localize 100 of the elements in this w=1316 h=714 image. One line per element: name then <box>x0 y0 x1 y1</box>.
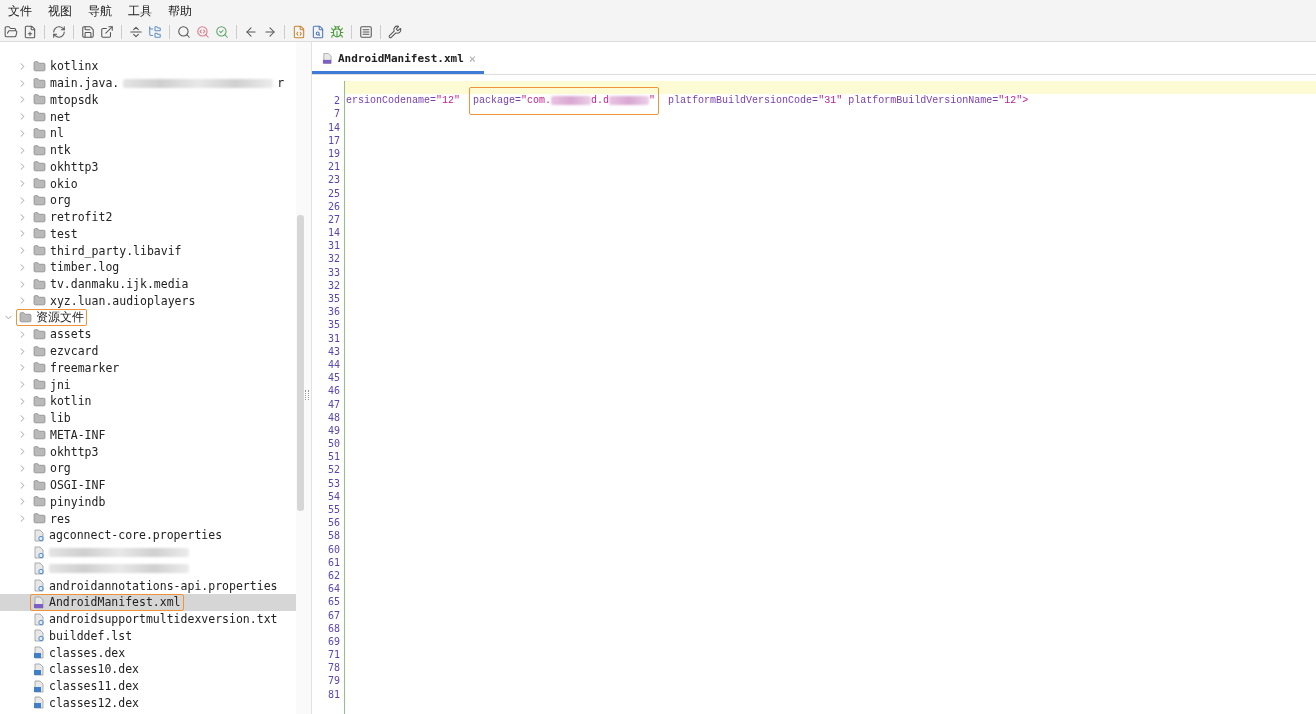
folder-icon <box>33 93 46 107</box>
menu-item[interactable]: 工具 <box>122 2 158 20</box>
save-icon[interactable] <box>81 24 95 39</box>
tree-item[interactable]: mtopsdk <box>0 91 296 109</box>
tree-item[interactable]: main.java. r <box>0 74 296 92</box>
search-check-icon[interactable] <box>215 24 229 39</box>
tree-item[interactable]: okhttp3 <box>0 443 296 460</box>
expand-lines-icon[interactable] <box>129 24 143 39</box>
file-icon <box>33 528 45 542</box>
attribute-value: "12" <box>436 95 461 107</box>
scrollbar[interactable] <box>296 42 312 714</box>
open-folder-icon[interactable] <box>4 24 18 39</box>
search-code-icon[interactable] <box>196 24 210 39</box>
tab-label: AndroidManifest.xml <box>337 52 464 65</box>
line-number: 31 <box>327 239 341 253</box>
tree-item[interactable]: okio <box>0 175 296 192</box>
export-icon[interactable] <box>100 24 114 39</box>
file-search-icon[interactable] <box>311 24 325 39</box>
folder-icon <box>33 244 46 258</box>
item-label: assets <box>50 327 92 342</box>
line-number: 23 <box>327 173 341 187</box>
refresh-icon[interactable] <box>52 24 66 39</box>
folder-icon <box>33 361 46 375</box>
forward-icon[interactable] <box>263 24 277 39</box>
tree-item[interactable]: net <box>0 108 296 125</box>
tree-item[interactable]: androidannotations-api.properties <box>0 577 296 594</box>
tree-item[interactable]: xyz.luan.audioplayers <box>0 292 296 310</box>
line-number: 78 <box>327 661 341 675</box>
tree-item[interactable]: builddef.lst <box>0 627 296 645</box>
dex-file-icon <box>33 679 45 693</box>
tree-item[interactable]: agconnect-core.properties <box>0 527 296 544</box>
editor-tab[interactable]: AndroidManifest.xml × <box>312 46 484 74</box>
tree-item[interactable]: kotlin <box>0 393 296 410</box>
tree-item[interactable]: OSGI-INF <box>0 476 296 494</box>
tree-item[interactable]: kotlinx <box>0 58 296 75</box>
folder-icon <box>33 193 46 207</box>
folder-icon <box>33 110 46 124</box>
attribute-name: platformBuildVersionName= <box>848 95 999 107</box>
tree-item[interactable]: timber.log <box>0 259 296 276</box>
file-code-icon[interactable] <box>292 24 306 39</box>
menu-item[interactable]: 导航 <box>82 2 118 20</box>
tree-item[interactable]: classes.dex <box>0 644 296 661</box>
line-number: 51 <box>327 450 341 464</box>
tree-item[interactable]: freemarker <box>0 359 296 377</box>
tree-item[interactable]: classes12.dex <box>0 694 296 712</box>
file-icon <box>33 545 45 559</box>
add-file-icon[interactable] <box>23 24 37 39</box>
line-number: 46 <box>327 384 341 398</box>
line-number: 67 <box>327 608 341 622</box>
line-number: 17 <box>327 133 341 147</box>
line-number: 81 <box>327 687 341 701</box>
tree-item[interactable]: jni <box>0 376 296 393</box>
search-icon[interactable] <box>177 24 191 39</box>
menu-item[interactable]: 文件 <box>2 2 38 20</box>
back-icon[interactable] <box>244 24 258 39</box>
tree-item[interactable]: androidsupportmultidexversion.txt <box>0 610 296 628</box>
bug-icon[interactable] <box>330 24 344 39</box>
line-number: 50 <box>327 437 341 451</box>
attribute-value: " <box>649 95 656 107</box>
tree-item[interactable]: 资源文件 <box>0 309 296 326</box>
tree-item[interactable]: okhttp3 <box>0 158 296 176</box>
tree-item[interactable]: nl <box>0 125 296 142</box>
tree-item[interactable]: AndroidManifest.xml <box>0 594 296 611</box>
item-label: kotlin <box>50 394 92 409</box>
item-label: mtopsdk <box>50 92 99 107</box>
log-panel-icon[interactable] <box>359 24 373 39</box>
tree-item[interactable]: assets <box>0 326 296 343</box>
item-label: third_party.libavif <box>50 243 182 258</box>
tree-item[interactable]: test <box>0 225 296 243</box>
menu-item[interactable]: 帮助 <box>162 2 198 20</box>
tree-item[interactable]: META-INF <box>0 426 296 444</box>
tree-item[interactable]: org <box>0 460 296 477</box>
line-number: 25 <box>327 186 341 200</box>
tree-item[interactable]: retrofit2 <box>0 208 296 226</box>
tree-item[interactable]: res <box>0 510 296 527</box>
line-number: 62 <box>327 568 341 583</box>
tree-item[interactable]: lib <box>0 409 296 427</box>
tree-item[interactable]: pinyindb <box>0 493 296 511</box>
folder-icon <box>33 260 46 274</box>
line-number: 36 <box>327 305 341 319</box>
manifest-file-icon <box>322 52 333 65</box>
line-number: 43 <box>327 344 341 358</box>
tree-item[interactable]: third_party.libavif <box>0 242 296 259</box>
line-number: 52 <box>327 463 341 477</box>
menu-item[interactable]: 视图 <box>42 2 78 20</box>
tree-item[interactable]: ezvcard <box>0 342 296 360</box>
tree-item[interactable]: org <box>0 192 296 209</box>
line-number: 26 <box>327 199 341 213</box>
line-number: 47 <box>327 397 341 411</box>
tree-item[interactable]: classes11.dex <box>0 677 296 695</box>
tree-item[interactable]: classes10.dex <box>0 661 296 678</box>
settings-icon[interactable] <box>388 24 402 39</box>
tree-item[interactable]: tv.danmaku.ijk.media <box>0 275 296 293</box>
line-number: 54 <box>327 489 341 503</box>
tree-item[interactable]: ntk <box>0 141 296 159</box>
item-label: META-INF <box>50 427 106 442</box>
folder-tree-icon[interactable] <box>148 24 162 39</box>
folder-icon <box>33 394 46 408</box>
line-number: 35 <box>327 292 341 306</box>
folder-icon <box>33 277 46 291</box>
